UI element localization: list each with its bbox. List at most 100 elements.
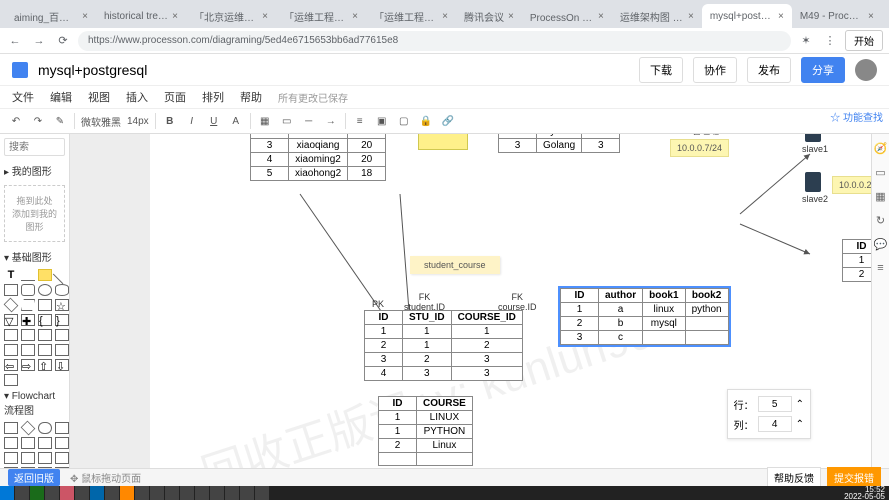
table-cell[interactable]: 1 xyxy=(561,303,599,317)
rs-style-icon[interactable]: ▦ xyxy=(874,190,888,204)
table-cell[interactable]: 3 xyxy=(451,367,522,381)
table-row[interactable]: 2bmysql xyxy=(561,317,729,331)
shape-search-input[interactable] xyxy=(4,138,65,156)
menu-insert[interactable]: 插入 xyxy=(126,89,148,105)
table-cell[interactable]: Golang xyxy=(537,139,582,153)
fc-5[interactable] xyxy=(4,437,18,449)
italic-icon[interactable]: I xyxy=(184,113,200,129)
tb-16[interactable] xyxy=(240,486,254,500)
server-icon-2[interactable] xyxy=(805,172,821,192)
shape-brace2[interactable]: } xyxy=(55,314,69,326)
shape-b3[interactable] xyxy=(38,344,52,356)
table-row[interactable]: 1PYTHON xyxy=(379,425,473,439)
table-cell[interactable]: xiaohong2 xyxy=(289,167,348,181)
table-row[interactable]: 212 xyxy=(365,339,523,353)
shape-c1[interactable]: ⇦ xyxy=(4,359,18,371)
tofront-icon[interactable]: ▣ xyxy=(374,113,390,129)
tab-close-icon[interactable]: × xyxy=(778,11,784,22)
redo-icon[interactable]: ↷ xyxy=(30,113,46,129)
start-button[interactable]: 开始 xyxy=(845,30,883,51)
table-cell[interactable] xyxy=(379,453,417,466)
fc-3[interactable] xyxy=(38,422,52,434)
ip-note-2[interactable]: 10.0.0.28/24 xyxy=(832,176,871,194)
tab-close-icon[interactable]: × xyxy=(262,11,268,22)
shape-ellipse[interactable] xyxy=(55,284,69,296)
extension-icon[interactable]: ✶ xyxy=(797,32,815,50)
menu-file[interactable]: 文件 xyxy=(12,89,34,105)
note-student-course[interactable]: student_course xyxy=(410,256,500,274)
fc-8[interactable] xyxy=(55,437,69,449)
table-cell[interactable]: 3 xyxy=(403,367,452,381)
nav-reload-icon[interactable]: ⟳ xyxy=(54,32,72,50)
table-students[interactable]: 2xiaolian203xiaoqiang204xiaoming2205xiao… xyxy=(250,134,386,181)
user-avatar[interactable] xyxy=(855,59,877,81)
underline-icon[interactable]: U xyxy=(206,113,222,129)
fc-12[interactable] xyxy=(55,452,69,464)
tb-3[interactable] xyxy=(45,486,59,500)
table-cell[interactable]: 18 xyxy=(348,167,386,181)
rs-nav-icon[interactable]: 🧭 xyxy=(874,142,888,156)
shape-a3[interactable] xyxy=(38,329,52,341)
table-cell[interactable] xyxy=(417,453,473,466)
bold-icon[interactable]: B xyxy=(162,113,178,129)
paint-icon[interactable]: ✎ xyxy=(52,113,68,129)
ip-note-1[interactable]: 10.0.0.7/24 xyxy=(670,139,729,157)
menu-arrange[interactable]: 排列 xyxy=(202,89,224,105)
tab-close-icon[interactable]: × xyxy=(82,11,88,22)
table-cell[interactable]: 1 xyxy=(403,325,452,339)
table-cell[interactable]: 2 xyxy=(379,439,417,453)
new-tab-button[interactable]: + xyxy=(882,4,889,28)
menu-help[interactable]: 帮助 xyxy=(240,89,262,105)
menu-icon[interactable]: ⋮ xyxy=(821,32,839,50)
shape-para[interactable] xyxy=(21,299,35,311)
nav-fwd-icon[interactable]: → xyxy=(30,32,48,50)
download-button[interactable]: 下载 xyxy=(639,57,683,83)
browser-tab[interactable]: M49 - ProcessOn× xyxy=(792,4,882,28)
fc-9[interactable] xyxy=(4,452,18,464)
table-cell[interactable] xyxy=(643,331,685,345)
table-idcourse[interactable]: IDcourse1linux2golang xyxy=(842,239,871,282)
table-cell[interactable]: 2 xyxy=(561,317,599,331)
tb-14[interactable] xyxy=(210,486,224,500)
tb-11[interactable] xyxy=(165,486,179,500)
arrow-icon[interactable]: → xyxy=(323,113,339,129)
taskbar-clock[interactable]: 15:522022-05-05 xyxy=(840,486,889,500)
table-cell[interactable]: LINUX xyxy=(417,411,473,425)
share-button[interactable]: 分享 xyxy=(801,57,845,83)
back-old-button[interactable]: 返回旧版 xyxy=(8,469,60,486)
table-row[interactable]: 4xiaoming220 xyxy=(251,153,386,167)
shape-b4[interactable] xyxy=(55,344,69,356)
shape-brace[interactable]: { xyxy=(38,314,52,326)
shape-circle[interactable] xyxy=(38,284,52,296)
table-lang[interactable]: 2Python23Golang3 xyxy=(498,134,620,153)
browser-tab[interactable]: 「运维工程师招聘...× xyxy=(276,4,366,28)
server-icon-1[interactable] xyxy=(805,134,821,142)
table-cell[interactable]: c xyxy=(599,331,643,345)
drop-area[interactable]: 拖到此处 添加到我的图形 xyxy=(4,185,65,242)
shape-c2[interactable]: ⇨ xyxy=(21,359,35,371)
table-row[interactable]: 2Linux xyxy=(379,439,473,453)
browser-tab[interactable]: historical trend of...× xyxy=(96,4,186,28)
rs-history-icon[interactable]: ↻ xyxy=(874,214,888,228)
fc-7[interactable] xyxy=(38,437,52,449)
shape-diag[interactable] xyxy=(53,266,70,284)
help-feedback-button[interactable]: 帮助反馈 xyxy=(767,467,821,488)
table-cell[interactable]: Linux xyxy=(417,439,473,453)
menu-view[interactable]: 视图 xyxy=(88,89,110,105)
table-cell[interactable]: 2 xyxy=(365,339,403,353)
tb-17[interactable] xyxy=(255,486,269,500)
tab-close-icon[interactable]: × xyxy=(868,11,874,22)
shape-line[interactable] xyxy=(21,269,35,281)
shape-diamond[interactable] xyxy=(4,298,19,313)
rs-comment-icon[interactable]: 💬 xyxy=(874,238,888,252)
table-cell[interactable]: 3 xyxy=(582,139,620,153)
table-cell[interactable]: 4 xyxy=(365,367,403,381)
table-books[interactable]: IDauthorbook1book21alinuxpython2bmysql3c xyxy=(560,288,729,345)
menu-page[interactable]: 页面 xyxy=(164,89,186,105)
collab-button[interactable]: 协作 xyxy=(693,57,737,83)
fc-10[interactable] xyxy=(21,452,35,464)
tb-15[interactable] xyxy=(225,486,239,500)
browser-tab[interactable]: 运维架构图 - Proc...× xyxy=(612,4,702,28)
browser-tab[interactable]: 腾讯会议× xyxy=(456,4,522,28)
shape-b2[interactable] xyxy=(21,344,35,356)
